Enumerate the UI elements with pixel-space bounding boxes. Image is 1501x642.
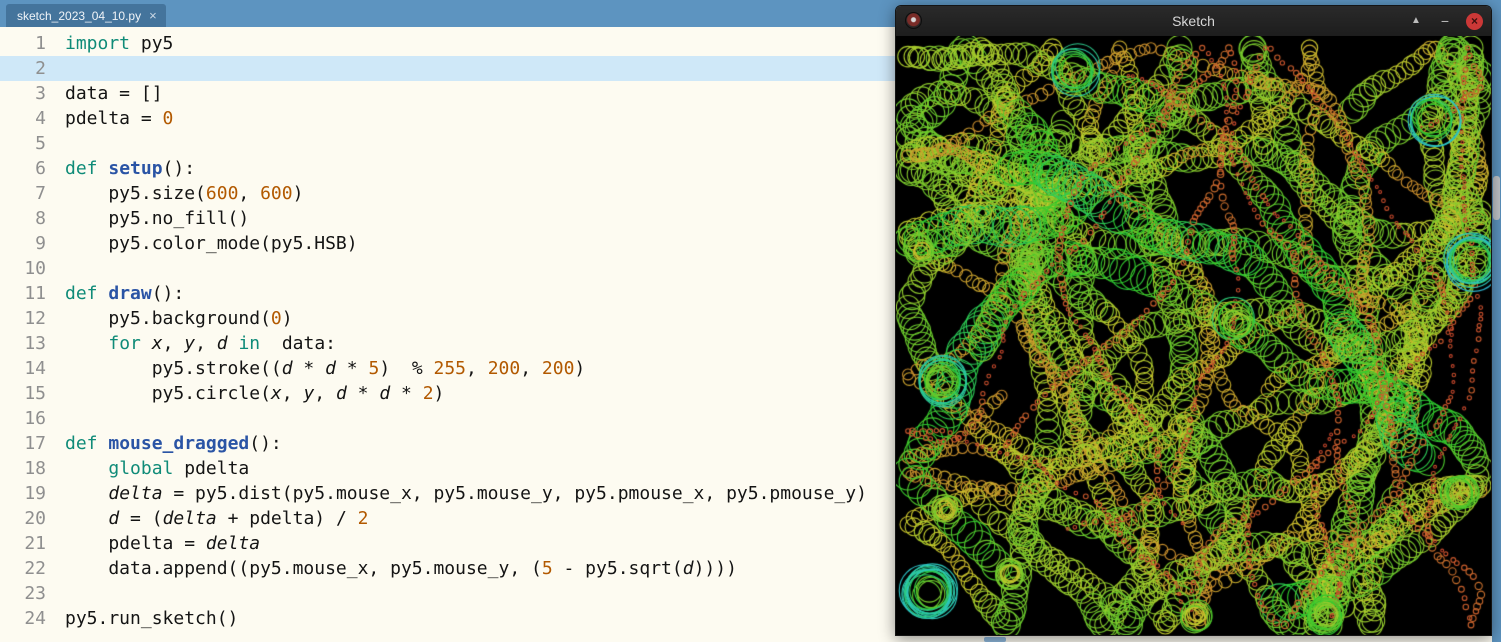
line-number: 8 bbox=[35, 208, 46, 229]
line-number: 4 bbox=[35, 108, 46, 129]
sketch-canvas[interactable] bbox=[896, 36, 1491, 635]
line-number: 7 bbox=[35, 183, 46, 204]
tab-sketch-file[interactable]: sketch_2023_04_10.py × bbox=[6, 4, 166, 27]
line-number: 6 bbox=[35, 158, 46, 179]
line-number: 5 bbox=[35, 133, 46, 154]
minimize-button[interactable]: − bbox=[1437, 14, 1453, 28]
line-number: 12 bbox=[24, 308, 46, 329]
close-button[interactable]: × bbox=[1466, 12, 1483, 30]
line-number: 3 bbox=[35, 83, 46, 104]
line-number: 16 bbox=[24, 408, 46, 429]
line-number: 22 bbox=[24, 558, 46, 579]
horizontal-scrollbar-fragment[interactable] bbox=[984, 637, 1006, 642]
shade-button[interactable]: ▲ bbox=[1408, 16, 1424, 26]
line-number: 24 bbox=[24, 608, 46, 629]
tab-label: sketch_2023_04_10.py bbox=[17, 8, 142, 23]
line-number: 20 bbox=[24, 508, 46, 529]
line-number: 15 bbox=[24, 383, 46, 404]
line-number: 2 bbox=[35, 58, 46, 79]
line-number: 19 bbox=[24, 483, 46, 504]
line-number: 10 bbox=[24, 258, 46, 279]
line-number: 18 bbox=[24, 458, 46, 479]
sketch-titlebar[interactable]: Sketch ▲ − × bbox=[896, 6, 1491, 36]
line-number: 13 bbox=[24, 333, 46, 354]
line-number: 1 bbox=[35, 33, 46, 54]
sketch-window: Sketch ▲ − × bbox=[895, 5, 1492, 636]
line-number: 17 bbox=[24, 433, 46, 454]
line-number: 9 bbox=[35, 233, 46, 254]
tab-close-icon[interactable]: × bbox=[149, 9, 157, 22]
line-number: 14 bbox=[24, 358, 46, 379]
vertical-scrollbar-fragment[interactable] bbox=[1493, 176, 1500, 220]
line-number: 11 bbox=[24, 283, 46, 304]
window-buttons: ▲ − × bbox=[1408, 6, 1483, 36]
line-number: 23 bbox=[24, 583, 46, 604]
line-number: 21 bbox=[24, 533, 46, 554]
sketch-window-title: Sketch bbox=[1172, 13, 1215, 29]
